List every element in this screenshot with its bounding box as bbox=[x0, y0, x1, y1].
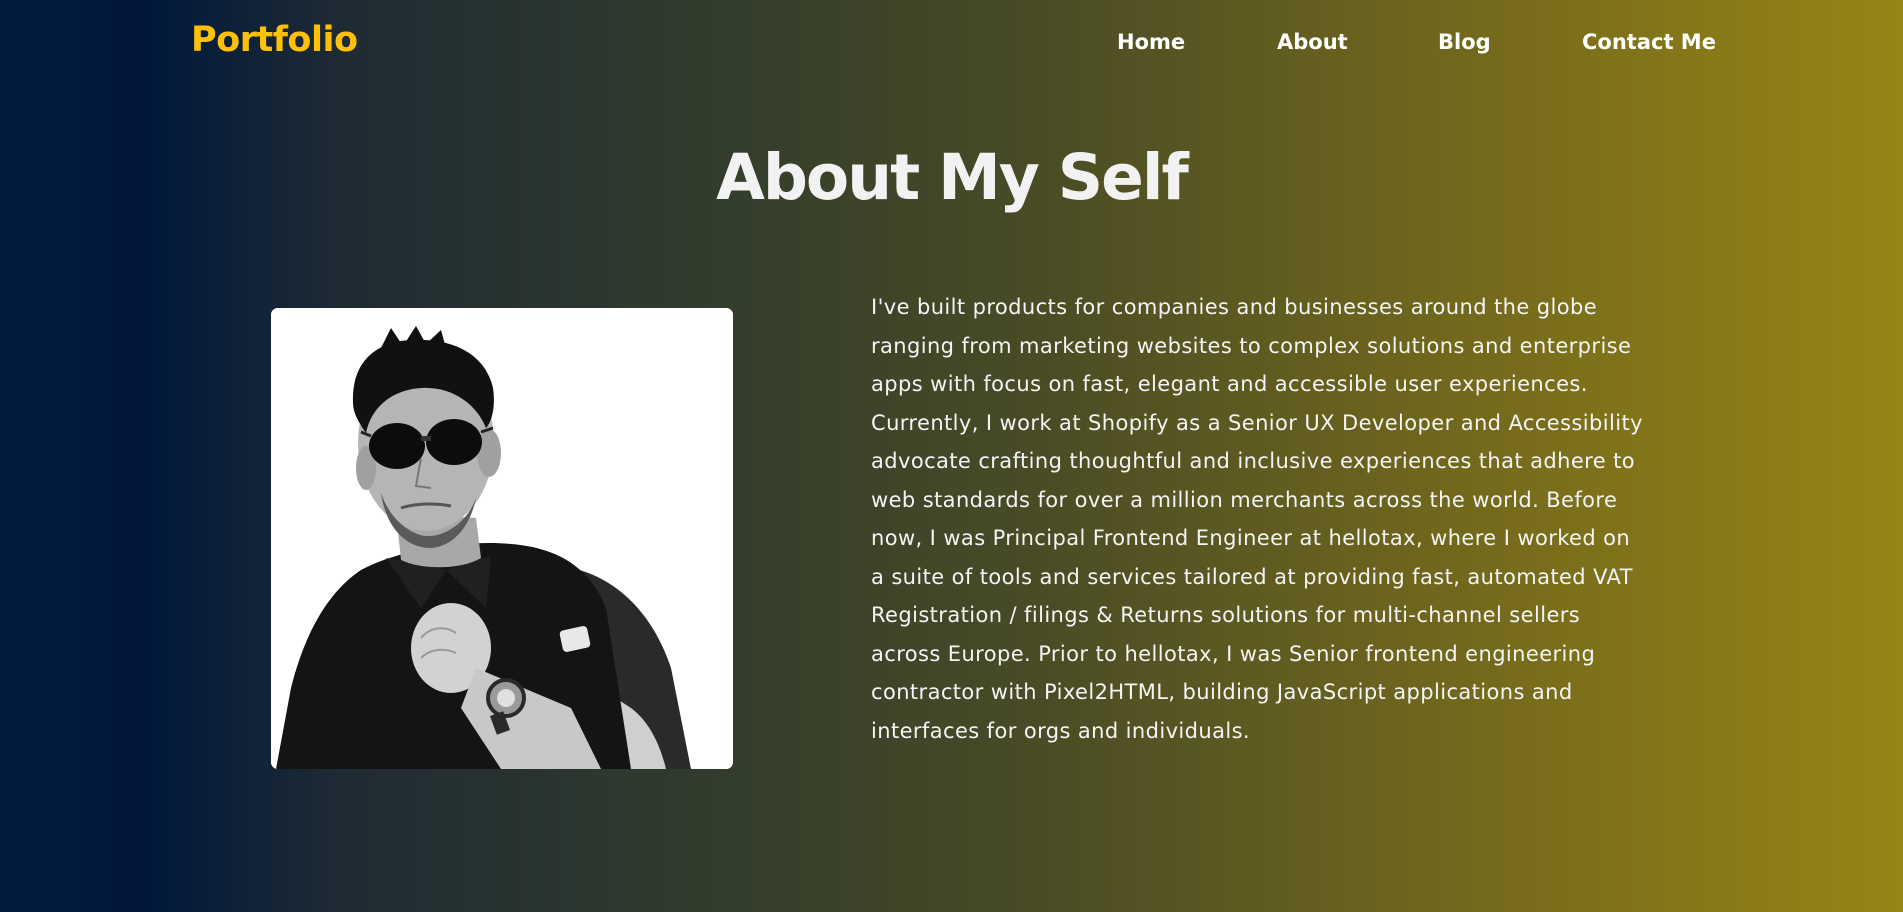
nav-menu: Home About Blog Contact Me bbox=[0, 26, 1903, 58]
profile-photo-illustration bbox=[271, 308, 733, 769]
nav-link-about[interactable]: About bbox=[1277, 26, 1348, 58]
profile-photo bbox=[271, 308, 733, 769]
page-title: About My Self bbox=[716, 141, 1189, 214]
nav-link-home[interactable]: Home bbox=[1117, 26, 1185, 58]
navbar: Portfolio Home About Blog Contact Me bbox=[0, 0, 1903, 84]
nav-link-contact-me[interactable]: Contact Me bbox=[1582, 26, 1716, 58]
nav-link-blog[interactable]: Blog bbox=[1438, 26, 1491, 58]
bio-paragraph: I've built products for companies and bu… bbox=[871, 295, 1643, 743]
